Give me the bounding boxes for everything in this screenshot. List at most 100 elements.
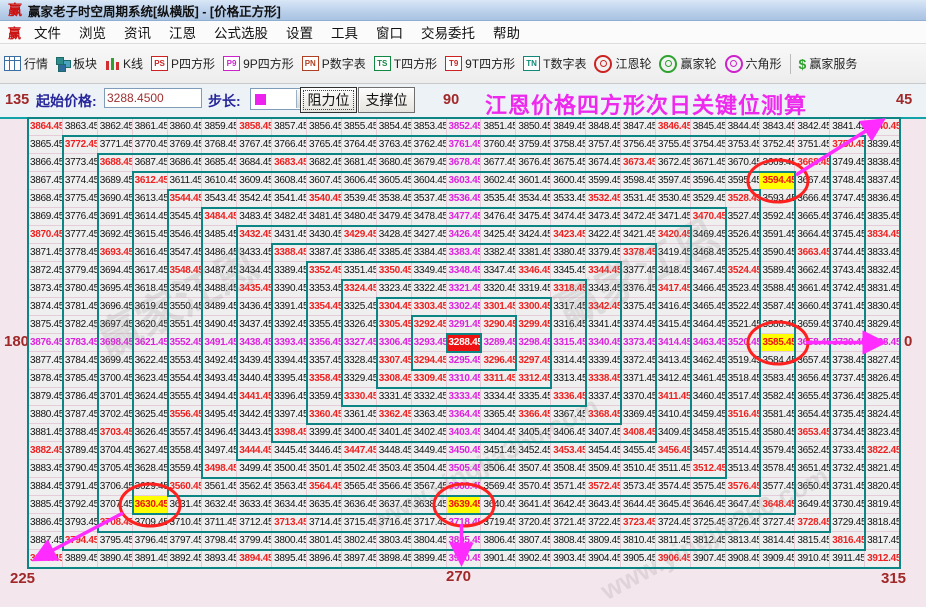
grid-cell[interactable]: 3793.45 bbox=[62, 514, 98, 532]
grid-cell[interactable]: 3778.45 bbox=[62, 244, 98, 262]
grid-cell[interactable]: 3766.45 bbox=[272, 136, 308, 154]
grid-cell[interactable]: 3473.45 bbox=[586, 208, 621, 226]
resistance-button[interactable]: 阻力位 bbox=[300, 87, 357, 113]
grid-cell[interactable]: 3411.45 bbox=[655, 388, 691, 406]
grid-cell[interactable]: 3751.45 bbox=[795, 136, 831, 154]
grid-cell[interactable]: 3500.45 bbox=[272, 460, 308, 478]
grid-cell[interactable]: 3305.45 bbox=[376, 316, 412, 334]
grid-cell[interactable]: 3895.45 bbox=[272, 550, 308, 568]
grid-cell[interactable]: 3881.45 bbox=[28, 424, 63, 442]
grid-cell[interactable]: 3376.45 bbox=[620, 280, 656, 298]
grid-cell[interactable]: 3453.45 bbox=[551, 442, 587, 460]
grid-cell[interactable]: 3659.45 bbox=[795, 316, 831, 334]
grid-cell[interactable]: 3451.45 bbox=[481, 442, 517, 460]
grid-cell[interactable]: 3507.45 bbox=[516, 460, 552, 478]
grid-cell[interactable]: 3517.45 bbox=[725, 388, 761, 406]
grid-cell[interactable]: 3745.45 bbox=[830, 226, 866, 244]
grid-cell[interactable]: 3801.45 bbox=[307, 532, 342, 550]
grid-cell[interactable]: 3523.45 bbox=[725, 280, 761, 298]
grid-cell[interactable]: 3529.45 bbox=[690, 190, 726, 208]
grid-cell[interactable]: 3869.45 bbox=[28, 208, 63, 226]
grid-cell[interactable]: 3335.45 bbox=[516, 388, 552, 406]
grid-cell[interactable]: 3603.45 bbox=[446, 172, 482, 190]
grid-cell[interactable]: 3806.45 bbox=[481, 532, 517, 550]
grid-cell[interactable]: 3566.45 bbox=[376, 478, 412, 496]
grid-cell[interactable]: 3585.45 bbox=[760, 334, 796, 352]
grid-cell[interactable]: 3363.45 bbox=[411, 406, 447, 424]
grid-cell[interactable]: 3874.45 bbox=[28, 298, 63, 316]
toolbar-button-hexagon[interactable]: 六角形 bbox=[721, 51, 786, 77]
grid-cell[interactable]: 3839.45 bbox=[865, 136, 900, 154]
grid-cell[interactable]: 3894.45 bbox=[237, 550, 273, 568]
grid-cell[interactable]: 3543.45 bbox=[202, 190, 238, 208]
grid-cell[interactable]: 3423.45 bbox=[551, 226, 587, 244]
grid-cell[interactable]: 3291.45 bbox=[446, 316, 482, 334]
grid-cell[interactable]: 3854.45 bbox=[376, 118, 412, 136]
grid-cell[interactable]: 3600.45 bbox=[551, 172, 587, 190]
start-price-input[interactable] bbox=[104, 88, 202, 108]
grid-cell[interactable]: 3342.45 bbox=[586, 298, 621, 316]
grid-cell[interactable]: 3886.45 bbox=[28, 514, 63, 532]
grid-cell[interactable]: 3446.45 bbox=[307, 442, 342, 460]
grid-cell[interactable]: 3319.45 bbox=[516, 280, 552, 298]
grid-cell[interactable]: 3712.45 bbox=[237, 514, 273, 532]
grid-cell[interactable]: 3564.45 bbox=[307, 478, 342, 496]
grid-cell[interactable]: 3855.45 bbox=[341, 118, 377, 136]
grid-cell[interactable]: 3723.45 bbox=[620, 514, 656, 532]
grid-cell[interactable]: 3562.45 bbox=[237, 478, 273, 496]
grid-cell[interactable]: 3445.45 bbox=[272, 442, 308, 460]
grid-cell[interactable]: 3368.45 bbox=[586, 406, 621, 424]
grid-cell[interactable]: 3834.45 bbox=[865, 226, 900, 244]
grid-cell[interactable]: 3528.45 bbox=[725, 190, 761, 208]
grid-cell[interactable]: 3884.45 bbox=[28, 478, 63, 496]
grid-cell[interactable]: 3629.45 bbox=[132, 478, 168, 496]
grid-cell[interactable]: 3459.45 bbox=[690, 406, 726, 424]
grid-cell[interactable]: 3698.45 bbox=[97, 334, 133, 352]
grid-cell[interactable]: 3697.45 bbox=[97, 316, 133, 334]
grid-cell[interactable]: 3863.45 bbox=[62, 118, 98, 136]
grid-cell[interactable]: 3757.45 bbox=[586, 136, 621, 154]
grid-cell[interactable]: 3290.45 bbox=[481, 316, 517, 334]
grid-cell[interactable]: 3752.45 bbox=[760, 136, 796, 154]
grid-cell[interactable]: 3687.45 bbox=[132, 154, 168, 172]
grid-cell[interactable]: 3771.45 bbox=[97, 136, 133, 154]
grid-cell[interactable]: 3324.45 bbox=[341, 280, 377, 298]
grid-cell[interactable]: 3655.45 bbox=[795, 388, 831, 406]
grid-cell[interactable]: 3427.45 bbox=[411, 226, 447, 244]
grid-cell[interactable]: 3380.45 bbox=[551, 244, 587, 262]
grid-cell[interactable]: 3339.45 bbox=[586, 352, 621, 370]
grid-cell[interactable]: 3718.45 bbox=[446, 514, 482, 532]
grid-cell[interactable]: 3636.45 bbox=[341, 496, 377, 514]
grid-cell[interactable]: 3299.45 bbox=[516, 316, 552, 334]
grid-cell[interactable]: 3601.45 bbox=[516, 172, 552, 190]
grid-cell[interactable]: 3509.45 bbox=[586, 460, 621, 478]
menu-item-file[interactable]: 文件 bbox=[25, 20, 70, 44]
grid-cell[interactable]: 3485.45 bbox=[202, 226, 238, 244]
grid-cell[interactable]: 3383.45 bbox=[446, 244, 482, 262]
grid-cell[interactable]: 3401.45 bbox=[376, 424, 412, 442]
grid-cell[interactable]: 3605.45 bbox=[376, 172, 412, 190]
grid-cell[interactable]: 3544.45 bbox=[167, 190, 203, 208]
grid-cell[interactable]: 3559.45 bbox=[167, 460, 203, 478]
grid-cell[interactable]: 3475.45 bbox=[516, 208, 552, 226]
grid-cell[interactable]: 3599.45 bbox=[586, 172, 621, 190]
grid-cell[interactable]: 3508.45 bbox=[551, 460, 587, 478]
grid-cell[interactable]: 3555.45 bbox=[167, 388, 203, 406]
grid-cell[interactable]: 3501.45 bbox=[307, 460, 342, 478]
grid-cell[interactable]: 3785.45 bbox=[62, 370, 98, 388]
grid-cell[interactable]: 3864.45 bbox=[28, 118, 63, 136]
grid-cell[interactable]: 3370.45 bbox=[620, 388, 656, 406]
grid-cell[interactable]: 3404.45 bbox=[481, 424, 517, 442]
grid-cell[interactable]: 3826.45 bbox=[865, 370, 900, 388]
grid-cell[interactable]: 3758.45 bbox=[551, 136, 587, 154]
grid-cell[interactable]: 3858.45 bbox=[237, 118, 273, 136]
grid-cell[interactable]: 3428.45 bbox=[376, 226, 412, 244]
grid-cell[interactable]: 3545.45 bbox=[167, 208, 203, 226]
grid-cell[interactable]: 3742.45 bbox=[830, 280, 866, 298]
grid-cell[interactable]: 3804.45 bbox=[411, 532, 447, 550]
grid-cell[interactable]: 3880.45 bbox=[28, 406, 63, 424]
grid-cell[interactable]: 3760.45 bbox=[481, 136, 517, 154]
grid-cell[interactable]: 3827.45 bbox=[865, 352, 900, 370]
grid-cell[interactable]: 3821.45 bbox=[865, 460, 900, 478]
grid-cell[interactable]: 3381.45 bbox=[516, 244, 552, 262]
